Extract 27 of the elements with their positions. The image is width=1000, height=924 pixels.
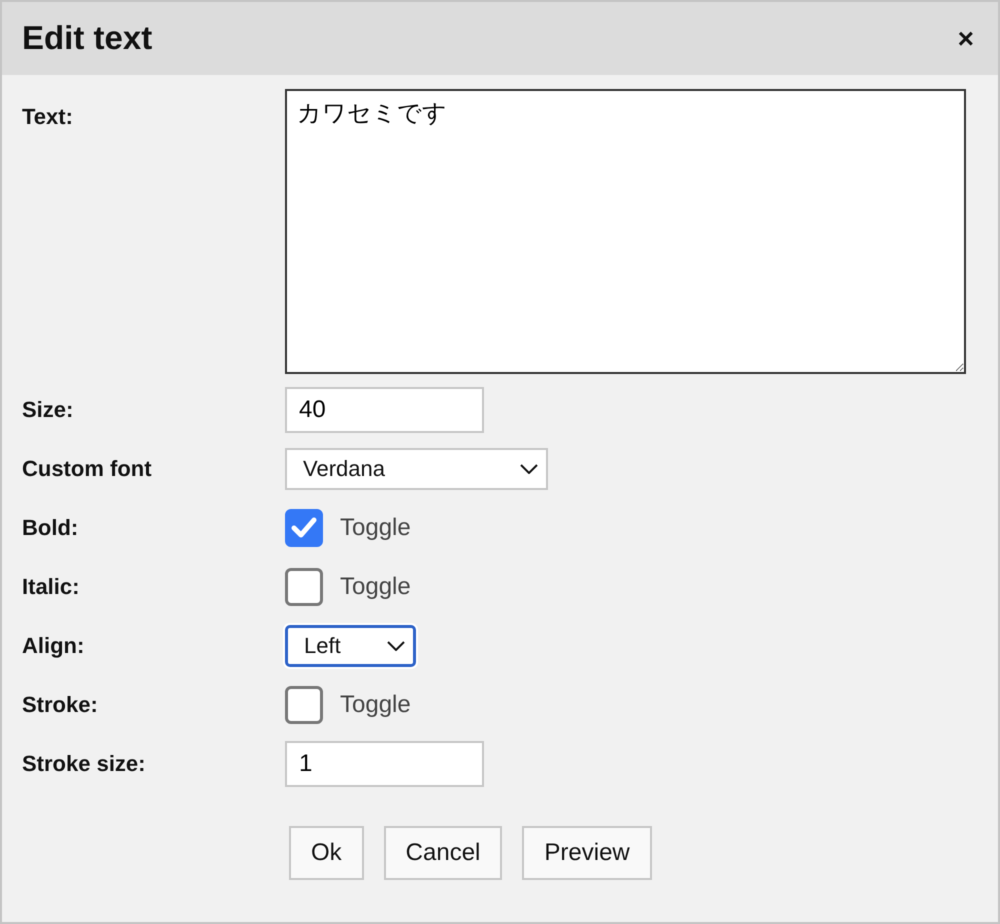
field-label: Bold: bbox=[22, 514, 80, 542]
field-label: Italic: bbox=[22, 573, 80, 601]
dialog-title: Edit text bbox=[22, 20, 152, 57]
field-label: Custom font bbox=[22, 455, 153, 483]
checkbox-label: Toggle bbox=[340, 690, 411, 720]
chevron-down-icon bbox=[520, 464, 538, 474]
field-label: Text: bbox=[22, 103, 74, 131]
checkbox[interactable] bbox=[285, 508, 323, 546]
checkmark-icon bbox=[291, 516, 317, 538]
checkbox[interactable] bbox=[285, 568, 323, 606]
dialog-button[interactable]: Preview bbox=[522, 826, 652, 880]
chevron-down-icon bbox=[387, 640, 405, 650]
text-input[interactable]: 1 bbox=[285, 740, 484, 786]
checkbox[interactable] bbox=[285, 686, 323, 724]
field-label: Stroke size: bbox=[22, 750, 146, 778]
field-label: Stroke: bbox=[22, 691, 99, 719]
field-label: Size: bbox=[22, 396, 74, 424]
checkbox-label: Toggle bbox=[340, 512, 411, 542]
close-button[interactable]: × bbox=[954, 24, 978, 52]
dropdown[interactable]: Left bbox=[285, 624, 416, 666]
checkbox-label: Toggle bbox=[340, 572, 411, 602]
dialog-button[interactable]: Ok bbox=[289, 826, 364, 880]
dialog-button[interactable]: Cancel bbox=[384, 826, 502, 880]
dropdown[interactable]: Verdana bbox=[285, 448, 548, 490]
field-label: Align: bbox=[22, 632, 86, 660]
text-input[interactable]: 40 bbox=[285, 386, 484, 432]
text-area[interactable]: カワセミです bbox=[285, 89, 966, 374]
